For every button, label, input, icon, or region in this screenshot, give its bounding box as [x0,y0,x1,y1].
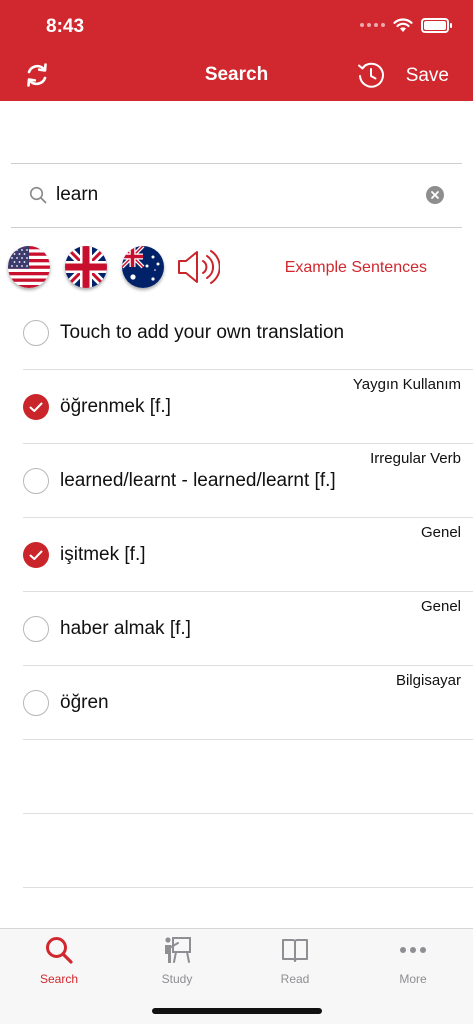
translation-row[interactable]: Irregular Verb learned/learnt - learned/… [23,444,473,518]
history-icon[interactable] [356,60,386,90]
save-button[interactable]: Save [406,65,449,87]
tab-study[interactable]: Study [118,935,236,991]
signal-icon [360,23,385,27]
au-flag-icon[interactable] [122,246,164,288]
us-flag-icon[interactable] [8,246,50,288]
tab-more[interactable]: More [354,935,472,991]
book-icon [282,939,308,962]
status-time: 8:43 [46,16,85,37]
home-indicator [152,1008,322,1014]
checkbox[interactable] [23,616,49,642]
status-icons [360,15,452,35]
add-translation-row[interactable]: Touch to add your own translation [23,296,473,370]
translation-list: Touch to add your own translation Yaygın… [0,296,473,888]
clear-search-icon[interactable] [426,186,444,204]
tab-read[interactable]: Read [236,935,354,991]
page-title: Search [204,64,269,85]
checkmark-icon [29,402,43,412]
tab-label: More [399,972,427,986]
example-sentences-link[interactable]: Example Sentences [285,259,427,277]
tab-label: Read [280,972,310,986]
empty-row [23,814,473,888]
battery-icon [421,17,452,33]
checkbox-checked[interactable] [23,542,49,568]
tab-search[interactable]: Search [0,935,118,991]
translation-row[interactable]: Yaygın Kullanım öğrenmek [f.] [23,370,473,444]
uk-flag-icon[interactable] [65,246,107,288]
list-item-text: learned/learnt - learned/learnt [f.] [60,470,336,491]
study-icon [165,937,191,963]
list-item-text: haber almak [f.] [60,618,191,639]
list-item-text: öğrenmek [f.] [60,396,171,417]
usage-tag: Irregular Verb [370,450,461,467]
list-item-text: öğren [60,692,109,713]
empty-row [23,740,473,814]
checkbox[interactable] [23,468,49,494]
search-icon [46,937,73,964]
list-item-text: işitmek [f.] [60,544,146,565]
usage-tag: Genel [420,524,461,541]
search-bar [11,164,462,228]
header-bar: 8:43 Search Save [0,0,473,101]
usage-tag: Yaygın Kullanım [352,376,461,393]
checkmark-icon [29,550,43,560]
search-icon [29,186,47,204]
checkbox-checked[interactable] [23,394,49,420]
search-input[interactable] [56,180,416,210]
translation-row[interactable]: Genel haber almak [f.] [23,592,473,666]
usage-tag: Genel [420,598,461,615]
more-icon [400,947,426,953]
wifi-icon [393,17,413,32]
list-item-text: Touch to add your own translation [60,322,345,343]
translation-row[interactable]: Genel işitmek [f.] [23,518,473,592]
translation-row[interactable]: Bilgisayar öğren [23,666,473,740]
speaker-icon[interactable] [176,246,220,288]
checkbox[interactable] [23,690,49,716]
tab-label: Search [39,972,79,986]
tab-label: Study [161,972,193,986]
checkbox[interactable] [23,320,49,346]
usage-tag: Bilgisayar [395,672,461,689]
